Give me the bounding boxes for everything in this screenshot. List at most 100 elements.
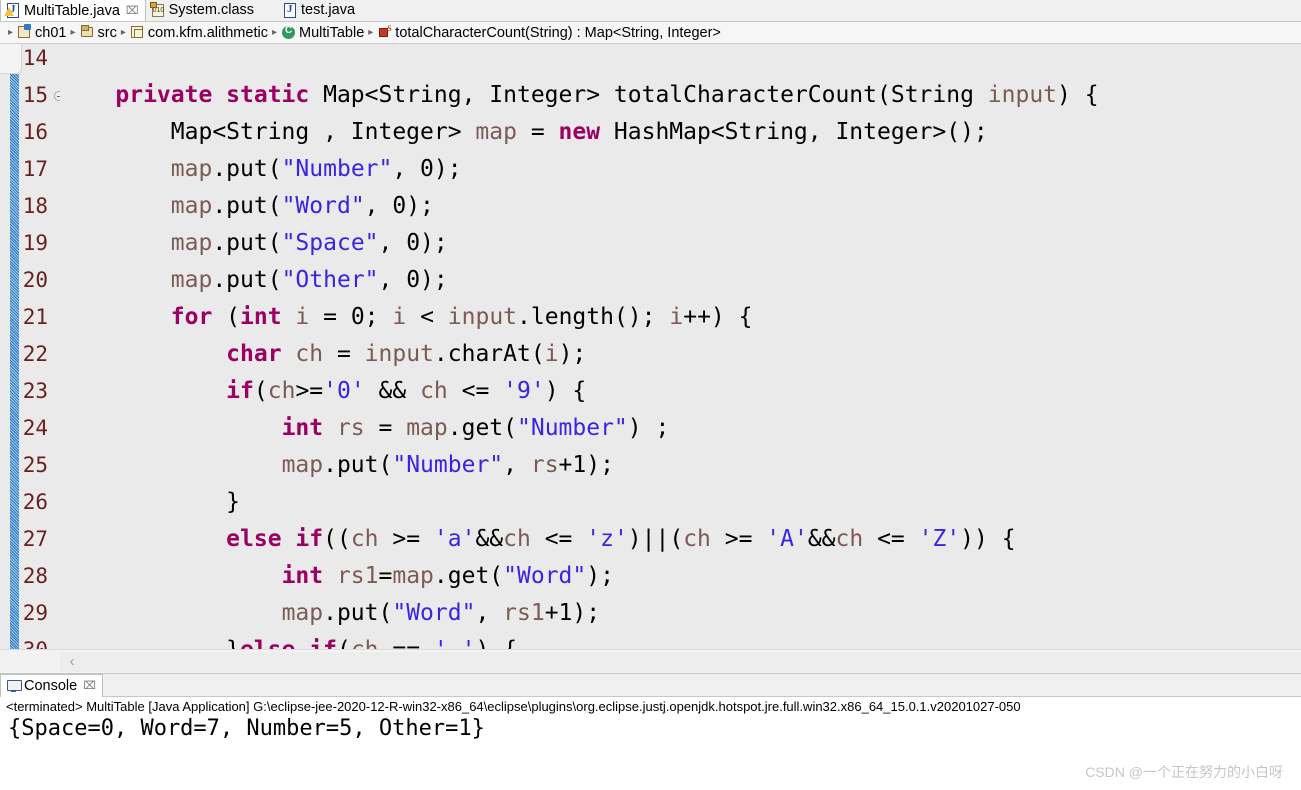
code-token: ch	[351, 637, 379, 649]
java-file-icon	[283, 2, 297, 18]
line-number: 22	[22, 342, 48, 366]
code-text-area[interactable]: private static Map<String, Integer> tota…	[60, 44, 1301, 649]
scroll-left-icon[interactable]: ‹	[64, 654, 80, 670]
code-token: map	[170, 156, 213, 182]
code-token: &&	[364, 378, 421, 404]
code-token: "Other"	[281, 267, 379, 293]
code-token: =	[364, 415, 407, 441]
code-token: map	[170, 267, 213, 293]
tab-label: System.class	[168, 2, 255, 18]
code-line[interactable]: }	[60, 484, 240, 521]
code-token: else if	[226, 526, 324, 552]
code-token: .get(	[433, 563, 504, 589]
editor-horizontal-scrollbar[interactable]: ‹	[0, 649, 1301, 673]
code-line[interactable]: }else if(ch == ' ') {	[60, 632, 517, 649]
line-number: 20	[22, 268, 48, 292]
code-token: 'z'	[586, 526, 628, 552]
static-method-icon	[377, 24, 392, 40]
close-icon[interactable]: ⌧	[126, 4, 139, 17]
code-line[interactable]: Map<String , Integer> map = new HashMap<…	[60, 114, 988, 151]
breadcrumb-label: src	[97, 24, 117, 41]
console-tab-label: Console	[24, 677, 78, 694]
close-icon[interactable]: ⌧	[83, 679, 96, 692]
code-token: map	[281, 600, 324, 626]
breadcrumb-item-src[interactable]: src	[80, 25, 117, 41]
line-number: 24	[22, 416, 48, 440]
code-token: (	[337, 637, 351, 649]
code-token: 'Z'	[918, 526, 961, 552]
code-token: input	[447, 304, 518, 330]
line-number: 27	[22, 527, 48, 551]
code-editor[interactable]: 14 15 16 17 18 19 20 21 22 23 24 25 26 27 28 29 30 priva…	[0, 44, 1301, 649]
code-line[interactable]: for (int i = 0; i < input.length(); i++)…	[60, 299, 753, 336]
line-number: 23	[22, 379, 48, 403]
breadcrumb-label: ch01	[35, 24, 67, 41]
code-token: 'a'	[433, 526, 476, 552]
breadcrumb-item-method[interactable]: totalCharacterCount(String) : Map<String…	[377, 24, 721, 41]
breadcrumb-item-project[interactable]: ch01	[17, 24, 67, 41]
code-token: ==	[379, 637, 434, 649]
code-line[interactable]: map.put("Other", 0);	[60, 262, 448, 299]
code-token: Map<String, Integer> totalCharacterCount…	[323, 82, 988, 108]
code-token: }	[60, 637, 240, 649]
console-view: Console ⌧ <terminated> MultiTable [Java …	[0, 673, 1301, 790]
code-token: }	[60, 489, 241, 515]
breadcrumb: ▸ ch01 ▸ src ▸ com.kfm.alithmetic ▸ Mult…	[0, 22, 1301, 44]
line-number: 15	[22, 83, 48, 107]
code-token: i	[392, 304, 407, 330]
code-token: .length();	[517, 304, 670, 330]
code-token: ch	[503, 526, 531, 552]
code-token: ((	[323, 526, 351, 552]
code-token: )) {	[960, 526, 1016, 552]
code-token: = 0;	[309, 304, 393, 330]
code-line[interactable]: private static Map<String, Integer> tota…	[60, 77, 1098, 114]
code-line[interactable]: else if((ch >= 'a'&&ch <= 'z')||(ch >= '…	[60, 521, 1016, 558]
code-token: >=	[378, 526, 434, 552]
code-token: , 0);	[392, 156, 462, 182]
code-line[interactable]: map.put("Word", rs1+1);	[60, 595, 601, 632]
line-number: 28	[22, 564, 48, 588]
code-token: else if	[240, 637, 337, 649]
breadcrumb-item-package[interactable]: com.kfm.alithmetic	[130, 25, 268, 41]
code-token: ch	[267, 378, 296, 404]
breadcrumb-item-class[interactable]: MultiTable	[281, 25, 364, 41]
code-token: .put(	[212, 193, 282, 219]
code-token: HashMap<String, Integer>();	[613, 119, 988, 145]
line-number-gutter: 14 15 16 17 18 19 20 21 22 23 24 25 26 27 28 29 30	[0, 44, 64, 649]
tab-system-class[interactable]: 010 System.class	[146, 0, 260, 21]
code-line[interactable]: if(ch>='0' && ch <= '9') {	[60, 373, 586, 410]
code-token: ) {	[475, 637, 517, 649]
code-token: , 0);	[378, 267, 448, 293]
code-token: int	[281, 563, 337, 589]
code-line[interactable]: char ch = input.charAt(i);	[60, 336, 586, 373]
code-token: rs1	[503, 600, 545, 626]
code-line[interactable]: map.put("Number", 0);	[60, 151, 462, 188]
tab-console[interactable]: Console ⌧	[0, 673, 103, 697]
code-token: '9'	[503, 378, 545, 404]
scrollbar-track[interactable]	[60, 652, 1301, 672]
code-token: map	[281, 452, 324, 478]
breadcrumb-label: MultiTable	[298, 24, 365, 41]
code-line[interactable]: map.put("Word", 0);	[60, 188, 434, 225]
code-token: <	[406, 304, 448, 330]
tab-multitable-java[interactable]: MultiTable.java ⌧	[0, 0, 146, 21]
line-number: 26	[22, 490, 48, 514]
source-folder-icon	[80, 25, 95, 40]
code-line[interactable]: int rs1=map.get("Word");	[60, 558, 614, 595]
line-number: 17	[22, 157, 48, 181]
code-line[interactable]: map.put("Space", 0);	[60, 225, 448, 262]
code-token: >=	[710, 526, 767, 552]
code-token: =	[516, 119, 559, 145]
code-token: &&	[475, 526, 504, 552]
line-number: 18	[22, 194, 48, 218]
code-line[interactable]: map.put("Number", rs+1);	[60, 447, 614, 484]
code-line[interactable]: int rs = map.get("Number") ;	[60, 410, 670, 447]
tab-test-java[interactable]: test.java	[278, 0, 361, 21]
